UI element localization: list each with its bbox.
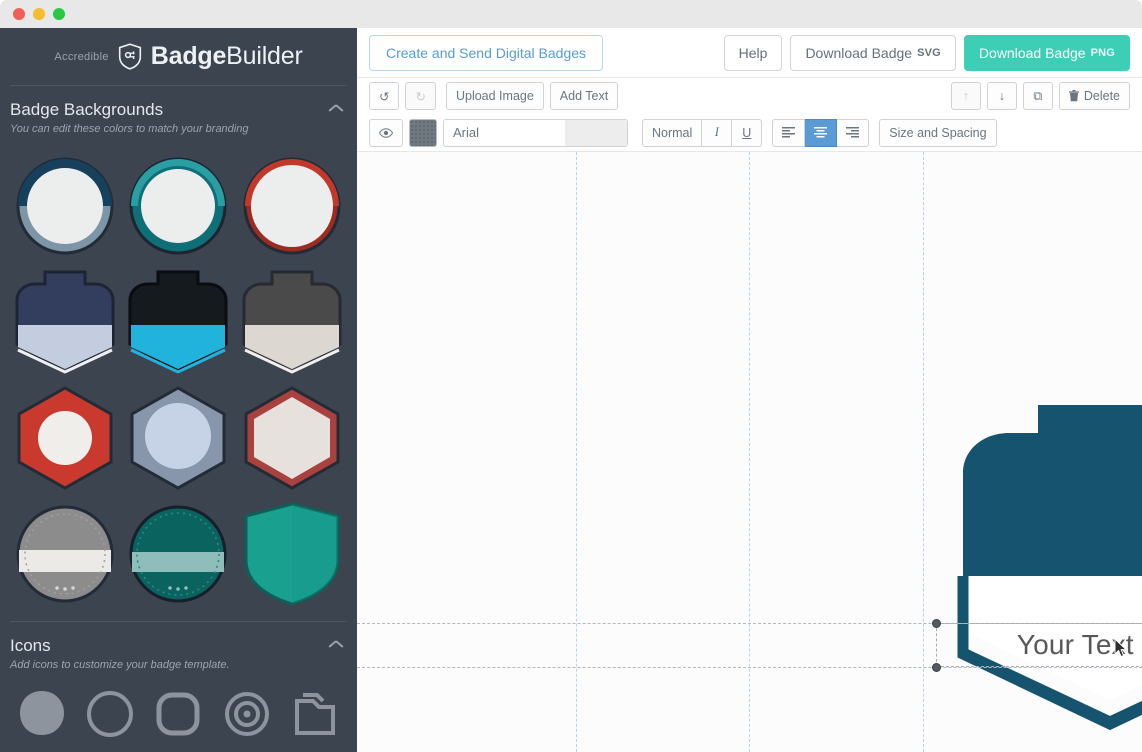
font-family-value: Arial [453,125,480,140]
eye-glyph [379,127,393,138]
download-svg-label: Download Badge [805,44,913,61]
sidebar: Accredible BadgeBuilder Badge Background… [0,28,357,752]
download-png-button[interactable]: Download Badge PNG [963,34,1130,71]
underline-button[interactable]: U [732,118,763,147]
badge-backgrounds-grid [0,135,357,621]
background-circle-teal-ring[interactable] [122,149,236,263]
badge-text[interactable]: Your Text Here [936,623,1142,667]
redo-icon[interactable]: ↻ [405,82,436,110]
background-circle-navy-ring[interactable] [8,149,122,263]
eye-icon[interactable] [369,118,403,147]
background-circle-grey-band[interactable] [8,497,122,611]
background-circle-teal-band[interactable] [122,497,236,611]
add-text-button[interactable]: Add Text [549,82,619,110]
icons-grid [0,671,357,743]
guide-vertical-right [923,152,924,752]
font-family-select[interactable]: Arial [443,118,628,147]
arrow-up-icon[interactable]: ↑ [950,82,981,110]
background-hexagon-blue-circle[interactable] [122,381,236,495]
main-panel: Create and Send Digital Badges Help Down… [357,28,1142,752]
section-subtitle: You can edit these colors to match your … [10,123,249,135]
chevron-up-icon[interactable] [329,642,343,651]
document-stack-icon[interactable] [281,683,349,743]
trash-icon [1068,90,1079,102]
delete-label: Delete [1083,89,1120,103]
window-close-button[interactable] [13,8,25,20]
window-titlebar [0,0,1142,28]
mouse-cursor-icon [1114,638,1128,658]
app-window: Accredible BadgeBuilder Badge Background… [0,0,1142,752]
section-badge-backgrounds-header[interactable]: Badge Backgrounds [0,86,357,120]
text-align-group [772,118,870,147]
align-right-icon[interactable] [837,118,870,147]
shield-badge-preview[interactable] [935,374,1142,746]
logo-text: BadgeBuilder [150,42,303,70]
shield-badge-icon [118,43,141,70]
background-hexagon-red-outline[interactable] [235,381,349,495]
background-hexagon-red-circle[interactable] [8,381,122,495]
guide-vertical-left [576,152,577,752]
background-shield-black-cyan[interactable] [122,265,236,379]
color-swatch[interactable] [409,118,437,147]
text-style-group: Normal I U [642,118,763,147]
tab-create-and-send[interactable]: Create and Send Digital Badges [369,34,604,71]
logo-prefix: Accredible [54,50,109,63]
top-bar: Create and Send Digital Badges Help Down… [357,28,1142,78]
target-icon[interactable] [213,683,281,743]
background-shield-grey-cream[interactable] [235,265,349,379]
download-png-format: PNG [1090,46,1115,59]
section-icons-header[interactable]: Icons [0,622,357,656]
window-minimize-button[interactable] [33,8,45,20]
size-and-spacing-button[interactable]: Size and Spacing [879,118,997,147]
badge-canvas[interactable]: Your Text Here Don't forget to add your … [357,152,1142,752]
canvas-inner: Your Text Here Don't forget to add your … [357,152,1142,752]
duplicate-icon[interactable]: ⧉ [1022,82,1053,110]
circle-outline-icon[interactable] [76,683,144,743]
editor-toolbar-row-1: ↺ ↻ Upload Image Add Text ↑ ↓ ⧉ Delete [357,78,1142,114]
blob-icon[interactable] [8,683,76,743]
background-circle-red-ring[interactable] [235,149,349,263]
arrow-down-icon[interactable]: ↓ [986,82,1017,110]
chevron-up-icon[interactable] [329,106,343,115]
download-png-label: Download Badge [978,44,1086,61]
section-title: Icons [10,636,51,655]
download-svg-format: SVG [917,46,941,59]
rounded-square-icon[interactable] [144,683,212,743]
undo-icon[interactable]: ↺ [369,82,400,110]
delete-button[interactable]: Delete [1058,82,1130,110]
section-title: Badge Backgrounds [10,100,164,119]
font-size-input[interactable] [565,119,627,146]
background-shield-navy-light[interactable] [8,265,122,379]
guide-vertical-center [749,152,750,752]
editor-toolbar-row-2: Arial Normal I U Size and Spacing [357,114,1142,152]
section-subtitle: Add icons to customize your badge templa… [10,659,230,671]
font-weight-select[interactable]: Normal [642,118,703,147]
italic-button[interactable]: I [702,118,733,147]
download-svg-button[interactable]: Download Badge SVG [790,34,956,71]
align-center-icon[interactable] [805,118,838,147]
app-logo[interactable]: Accredible BadgeBuilder [0,28,357,85]
background-shield-teal-solid[interactable] [235,497,349,611]
window-maximize-button[interactable] [53,8,65,20]
guide-horizontal-bottom [357,667,1142,668]
align-left-icon[interactable] [772,118,806,147]
upload-image-button[interactable]: Upload Image [445,82,544,110]
help-button[interactable]: Help [723,34,783,71]
